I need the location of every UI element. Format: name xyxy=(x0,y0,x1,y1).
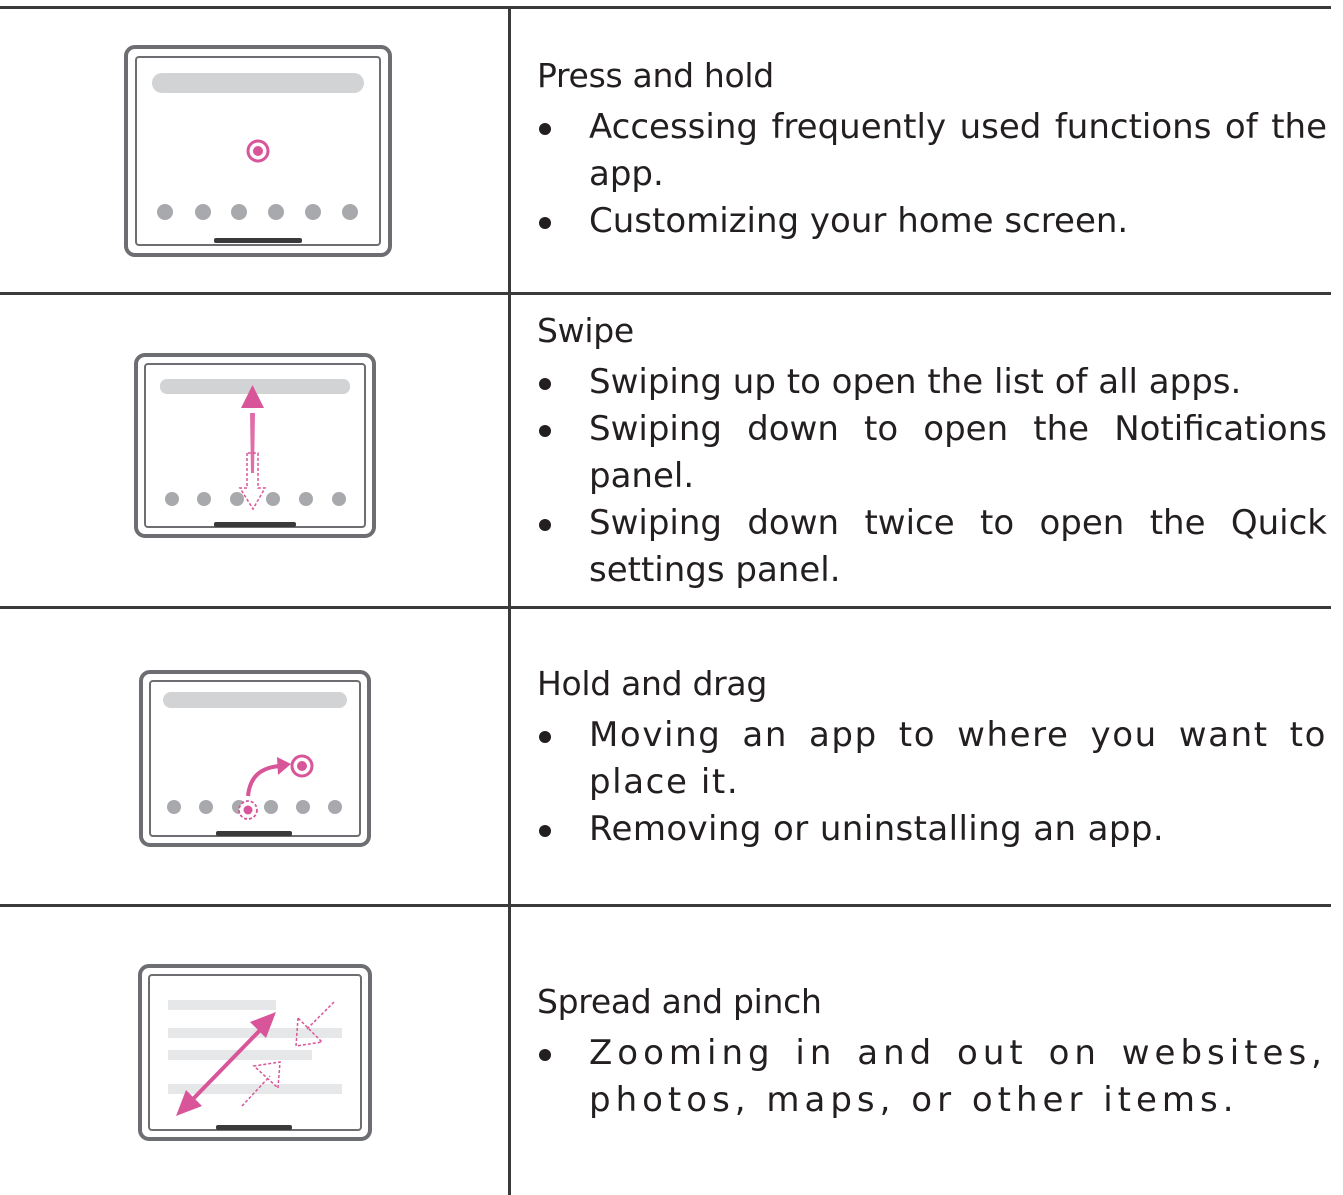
tablet-hold-and-drag-icon xyxy=(139,670,371,847)
tablet-press-and-hold-icon xyxy=(124,45,392,257)
gesture-description: Hold and drag Moving an app to where you… xyxy=(537,664,1327,853)
list-item: Swiping down to open the Notifications p… xyxy=(537,406,1327,500)
bullet-text: Swiping down twice to open the Quick set… xyxy=(589,503,1327,590)
gesture-usage-list: Zooming in and out on websites, photos, … xyxy=(537,1030,1327,1124)
bullet-text: Zooming in and out on websites, photos, … xyxy=(589,1033,1327,1120)
gesture-title: Spread and pinch xyxy=(537,982,822,1021)
list-item: Customizing your home screen. xyxy=(537,198,1327,245)
list-item: Swiping up to open the list of all apps. xyxy=(537,359,1327,406)
row-divider xyxy=(0,292,1331,295)
gesture-usage-list: Accessing frequently used functions of t… xyxy=(537,104,1327,245)
bullet-text: Swiping up to open the list of all apps. xyxy=(589,362,1242,402)
gesture-title: Swipe xyxy=(537,311,634,350)
gesture-description: Press and hold Accessing frequently used… xyxy=(537,56,1327,245)
column-divider xyxy=(508,6,511,1195)
bullet-icon xyxy=(539,425,551,437)
bullet-text: Moving an app to where you want to place… xyxy=(589,715,1327,802)
row-divider xyxy=(0,606,1331,609)
list-item: Zooming in and out on websites, photos, … xyxy=(537,1030,1327,1124)
bullet-text: Swiping down to open the Notifications p… xyxy=(589,409,1327,496)
gesture-title: Press and hold xyxy=(537,56,774,95)
bullet-text: Removing or uninstalling an app. xyxy=(589,809,1165,849)
bullet-icon xyxy=(539,217,551,229)
bullet-icon xyxy=(539,825,551,837)
bullet-icon xyxy=(539,1049,551,1061)
gesture-description: Swipe Swiping up to open the list of all… xyxy=(537,311,1327,594)
bullet-text: Customizing your home screen. xyxy=(589,201,1129,241)
list-item: Removing or uninstalling an app. xyxy=(537,806,1327,853)
list-item: Accessing frequently used functions of t… xyxy=(537,104,1327,198)
tablet-swipe-icon xyxy=(134,353,376,538)
bullet-icon xyxy=(539,378,551,390)
bullet-icon xyxy=(539,123,551,135)
bullet-text: Accessing frequently used functions of t… xyxy=(589,107,1327,194)
row-divider xyxy=(0,904,1331,907)
gesture-usage-list: Moving an app to where you want to place… xyxy=(537,712,1327,853)
gesture-description: Spread and pinch Zooming in and out on w… xyxy=(537,982,1327,1124)
bullet-icon xyxy=(539,731,551,743)
list-item: Swiping down twice to open the Quick set… xyxy=(537,500,1327,594)
list-item: Moving an app to where you want to place… xyxy=(537,712,1327,806)
gesture-usage-list: Swiping up to open the list of all apps.… xyxy=(537,359,1327,594)
bullet-icon xyxy=(539,519,551,531)
gesture-title: Hold and drag xyxy=(537,664,767,703)
tablet-spread-and-pinch-icon xyxy=(138,964,372,1141)
table-top-rule xyxy=(0,6,1331,9)
